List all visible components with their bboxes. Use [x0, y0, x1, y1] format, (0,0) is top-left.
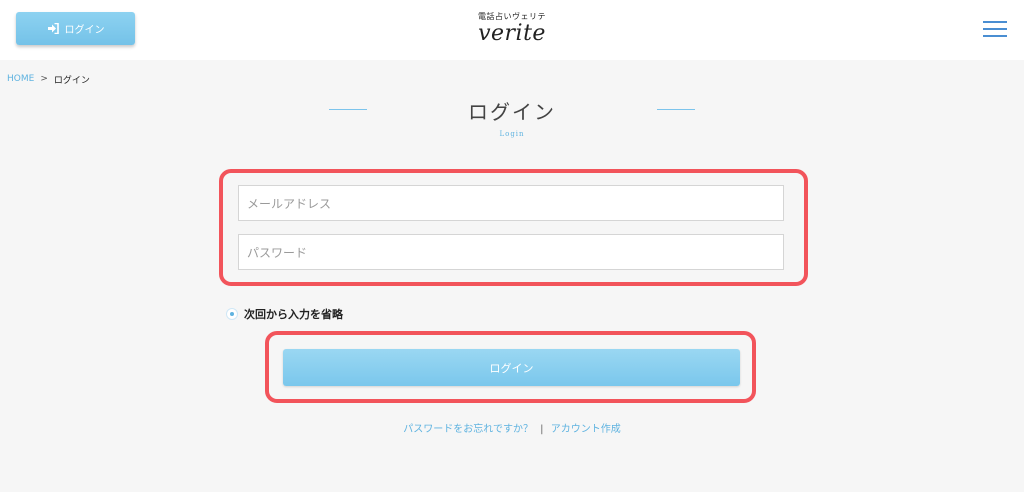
create-account-link[interactable]: アカウント作成: [551, 424, 621, 435]
remember-me-label: 次回から入力を省略: [244, 308, 343, 321]
breadcrumb-home-link[interactable]: HOME: [7, 74, 34, 84]
page-subtitle: Login: [499, 130, 525, 138]
header-login-label: ログイン: [64, 25, 105, 36]
account-links: パスワードをお忘れですか？ | アカウント作成: [0, 420, 1024, 435]
page-title-block: ログイン Login: [0, 96, 1024, 144]
breadcrumb: HOME > ログイン: [7, 72, 90, 86]
login-submit-label: ログイン: [489, 361, 534, 375]
logo-name: verite: [478, 21, 546, 46]
remember-me-option[interactable]: 次回から入力を省略: [226, 305, 343, 323]
remember-me-radio[interactable]: [226, 308, 238, 320]
site-header: ログイン 電話占いヴェリテ verite: [0, 0, 1024, 60]
hamburger-icon[interactable]: [983, 21, 1007, 38]
links-separator: |: [540, 424, 544, 435]
breadcrumb-separator: >: [40, 74, 48, 84]
forgot-password-link[interactable]: パスワードをお忘れですか？: [403, 424, 533, 435]
sign-in-icon: [47, 23, 59, 34]
header-login-button[interactable]: ログイン: [16, 12, 135, 45]
site-logo[interactable]: 電話占いヴェリテ verite: [470, 12, 554, 52]
login-submit-button[interactable]: ログイン: [283, 349, 740, 386]
title-decor-line-right: [657, 109, 695, 110]
email-placeholder: メールアドレス: [247, 196, 332, 211]
password-field[interactable]: パスワード: [238, 234, 784, 270]
page-title: ログイン: [468, 100, 556, 124]
email-field[interactable]: メールアドレス: [238, 185, 784, 221]
breadcrumb-current: ログイン: [53, 75, 90, 86]
password-placeholder: パスワード: [247, 245, 308, 260]
